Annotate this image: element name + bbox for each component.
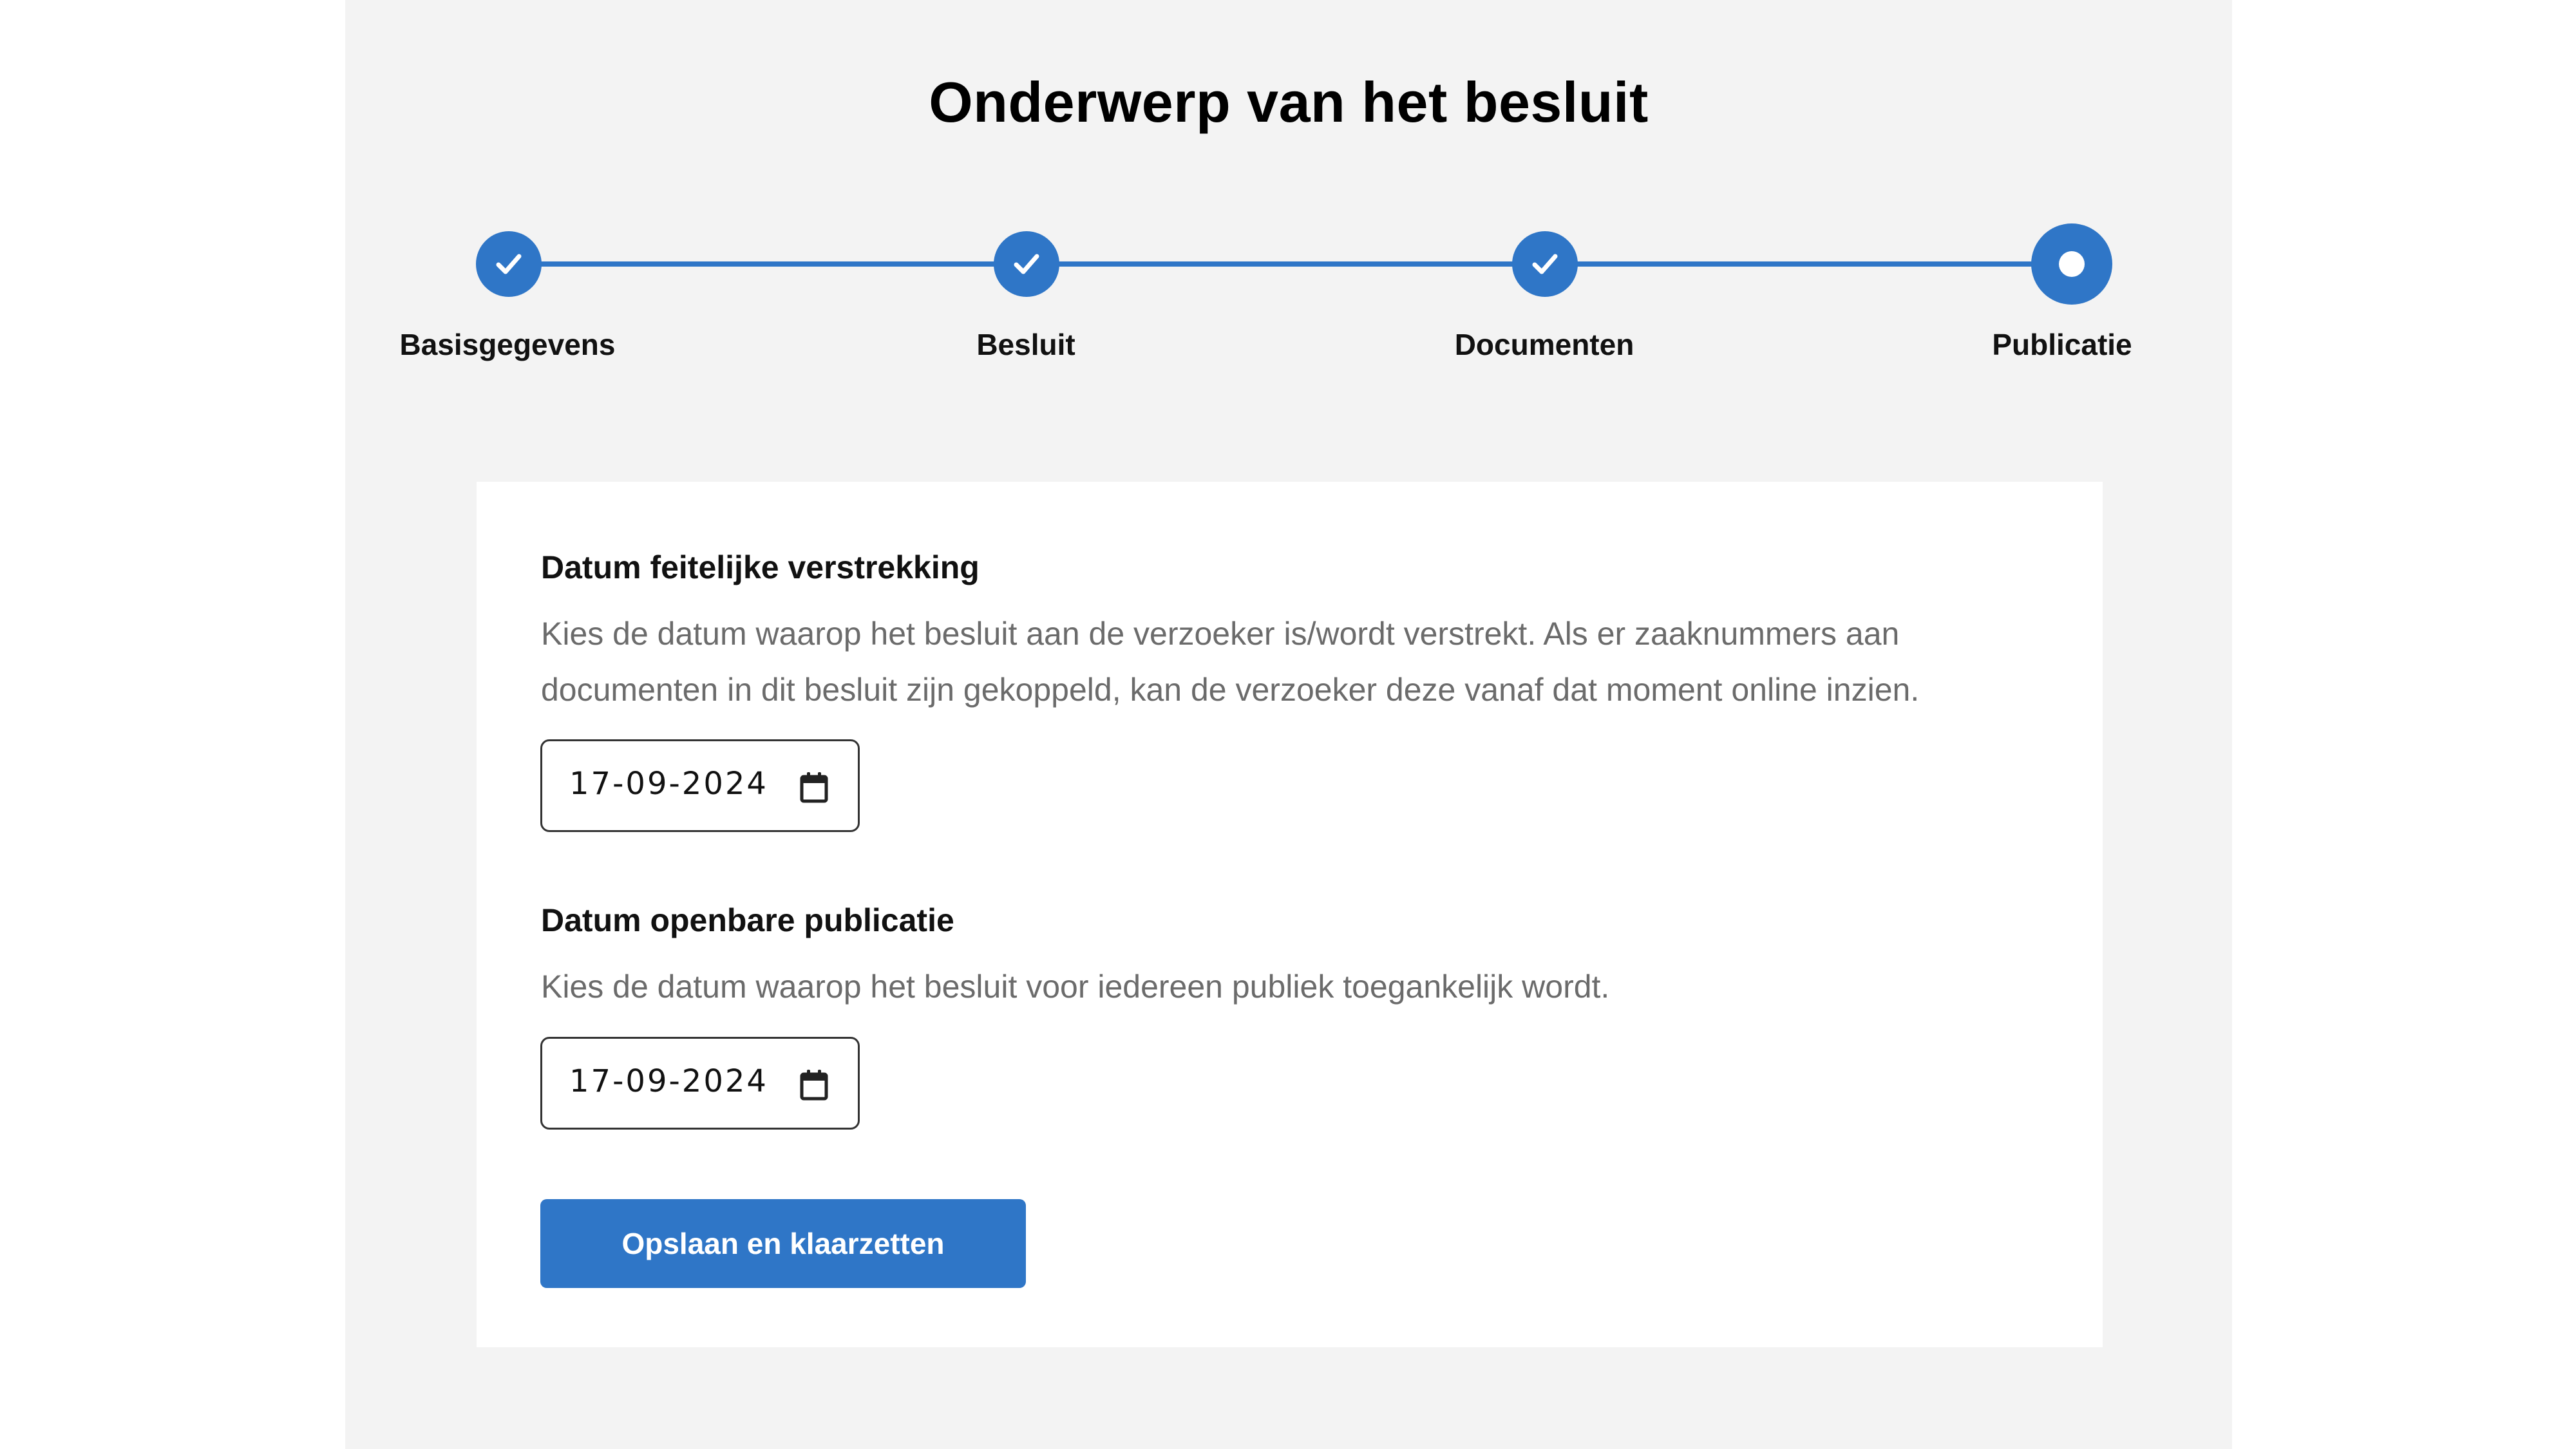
save-and-prepare-button[interactable]: Opslaan en klaarzetten [540,1199,1026,1288]
step-label-besluit[interactable]: Besluit [833,327,1219,362]
checkmark-icon [1532,254,1558,274]
step-besluit-indicator[interactable] [994,231,1059,297]
step-label-publicatie: Publicatie [1992,328,2132,361]
field-label-datum-verstrekking: Datum feitelijke verstrekking [541,549,980,585]
date-input-value: 17-09-2024 [569,766,768,802]
dot-icon [2059,251,2085,277]
step-documenten-indicator[interactable] [1512,231,1578,297]
step-label-basisgegevens[interactable]: Basisgegevens [314,327,701,362]
page-title: Onderwerp van het besluit [929,70,1649,134]
calendar-icon[interactable] [799,1068,829,1102]
step-label-documenten[interactable]: Documenten [1351,327,1738,362]
checkmark-icon [1014,254,1039,274]
stepper-connector-line [507,261,2062,267]
date-input-publicatie[interactable]: 17-09-2024 [540,1037,860,1130]
field-label-datum-publicatie: Datum openbare publicatie [541,902,954,938]
calendar-icon[interactable] [799,771,829,804]
field-help-datum-verstrekking: Kies de datum waarop het besluit aan de … [541,616,1920,708]
checkmark-icon [496,254,522,274]
step-basisgegevens-indicator[interactable] [476,231,542,297]
date-input-verstrekking[interactable]: 17-09-2024 [540,739,860,832]
step-publicatie-indicator [2031,223,2112,305]
date-input-value: 17-09-2024 [569,1063,768,1099]
field-help-datum-publicatie: Kies de datum waarop het besluit voor ie… [541,969,1610,1005]
form-card: Datum feitelijke verstrekking Kies de da… [477,482,2103,1347]
